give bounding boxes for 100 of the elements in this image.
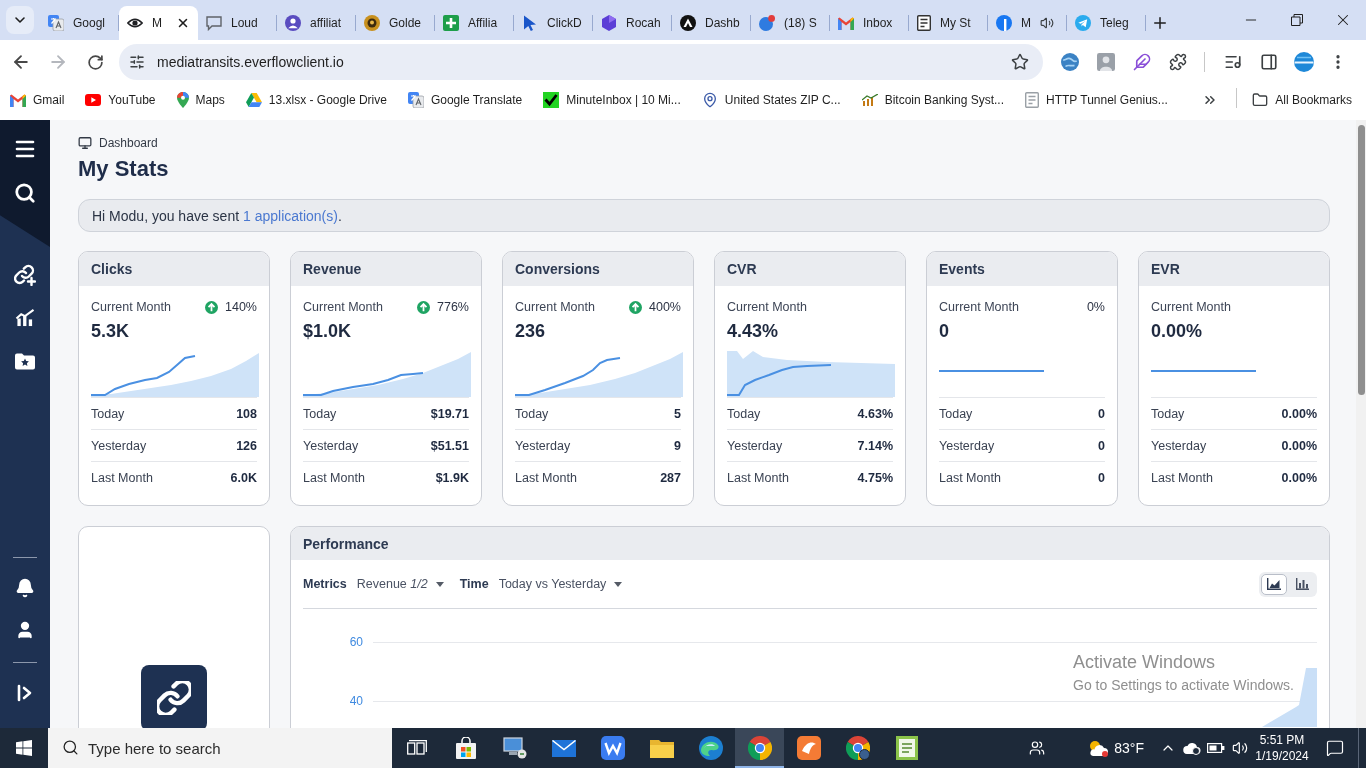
- link-add-icon[interactable]: [14, 264, 36, 286]
- row-value: 0.00%: [1281, 470, 1317, 485]
- bookmark[interactable]: MinuteInbox | 10 Mi...: [535, 88, 689, 112]
- store-bag-icon[interactable]: [454, 737, 477, 759]
- browser-tab[interactable]: Googl: [40, 6, 119, 40]
- globe-icon[interactable]: [1061, 53, 1079, 71]
- browser-tab[interactable]: Inbox: [830, 6, 909, 40]
- bookmark[interactable]: Google Translate: [399, 88, 531, 112]
- row-value: 287: [660, 470, 681, 485]
- notepad-icon[interactable]: [895, 736, 918, 760]
- browser-tab[interactable]: Loud: [198, 6, 277, 40]
- app-tile-icon[interactable]: [796, 736, 821, 760]
- view-toggle[interactable]: [1261, 573, 1287, 595]
- media-controls-icon[interactable]: [1224, 53, 1242, 71]
- bookmark[interactable]: Bitcoin Banking Syst...: [853, 88, 1012, 112]
- side-panel-icon[interactable]: [1260, 53, 1278, 71]
- bookmark[interactable]: 13.xlsx - Google Drive: [237, 88, 395, 112]
- site-info-icon[interactable]: [129, 54, 145, 70]
- scrollbar-thumb[interactable]: [1357, 125, 1365, 395]
- bookmark[interactable]: Maps: [168, 88, 233, 112]
- chart-icon[interactable]: [15, 309, 35, 327]
- bookmark[interactable]: United States ZIP C...: [693, 88, 849, 112]
- metric-dropdown[interactable]: Revenue 1/2: [356, 577, 444, 591]
- folder-icon: [1252, 92, 1269, 108]
- activation-message: Go to Settings to activate Windows.: [1073, 676, 1294, 695]
- browser-tab[interactable]: Golde: [356, 6, 435, 40]
- browser-tab[interactable]: Dashb: [672, 6, 751, 40]
- profile-avatar-icon[interactable]: [1294, 52, 1314, 72]
- expand-icon[interactable]: [16, 684, 34, 702]
- browser-tab[interactable]: Rocah: [593, 6, 672, 40]
- bell-icon[interactable]: [15, 578, 35, 598]
- breadcrumb-link[interactable]: Dashboard: [99, 136, 158, 150]
- restore-icon[interactable]: [1291, 14, 1303, 26]
- taskbar-search-field[interactable]: Type here to search: [48, 728, 392, 768]
- weather-icon: [1087, 739, 1110, 757]
- new-tab-icon[interactable]: [1151, 14, 1169, 32]
- back-icon[interactable]: [11, 52, 31, 72]
- row-label: Yesterday: [727, 438, 783, 453]
- wave-circle-icon[interactable]: [698, 736, 723, 760]
- row-label: Today: [939, 406, 973, 421]
- segmented-circle-icon[interactable]: [747, 736, 772, 760]
- bookmark[interactable]: HTTP Tunnel Genius...: [1017, 88, 1176, 112]
- row-label: Yesterday: [515, 438, 571, 453]
- row-label: Last Month: [303, 470, 365, 485]
- row-label: Last Month: [1151, 470, 1213, 485]
- activation-title: Activate Windows: [1073, 651, 1217, 673]
- play-button-icon: [85, 94, 102, 106]
- volume-icon[interactable]: [1232, 740, 1248, 756]
- task-view-icon[interactable]: [406, 740, 427, 756]
- card-title: Revenue: [291, 252, 481, 286]
- mail-icon[interactable]: [551, 739, 576, 757]
- link-button[interactable]: [141, 665, 207, 728]
- bookmark[interactable]: Gmail: [2, 88, 73, 112]
- browser-tab[interactable]: affiliat: [277, 6, 356, 40]
- cloud-icon[interactable]: [1183, 741, 1201, 755]
- address-field[interactable]: mediatransits.everflowclient.io: [119, 44, 1043, 80]
- start-icon[interactable]: [16, 740, 32, 756]
- segmented-circle-icon[interactable]: [845, 736, 870, 760]
- user-icon[interactable]: [15, 620, 35, 640]
- row-label: Yesterday: [1151, 438, 1207, 453]
- triangle-logo-icon: [680, 15, 696, 31]
- round-emblem-icon: [364, 15, 380, 31]
- speaker-icon[interactable]: [1040, 16, 1054, 30]
- search-icon[interactable]: [14, 182, 36, 204]
- weather-widget[interactable]: 83°F: [1081, 728, 1150, 768]
- taskbar-clock[interactable]: 5:51 PM 1/19/2024: [1252, 728, 1312, 768]
- welcome-message: Hi Modu, you have sent 1 application(s).: [92, 207, 342, 224]
- row-value: 0.00%: [1281, 438, 1317, 453]
- tab-search-button[interactable]: [6, 6, 34, 34]
- card-title: Events: [927, 252, 1117, 286]
- row-label: Yesterday: [939, 438, 995, 453]
- app-tile-icon[interactable]: [600, 736, 625, 760]
- notification-icon[interactable]: [1326, 739, 1344, 757]
- time-dropdown[interactable]: Today vs Yesterday: [498, 577, 623, 591]
- bookmark-folder[interactable]: All Bookmarks: [1244, 88, 1360, 112]
- feather-icon[interactable]: [1133, 53, 1151, 71]
- folder-star-icon[interactable]: [15, 352, 35, 370]
- close-icon[interactable]: [176, 16, 190, 30]
- computer-icon[interactable]: [502, 737, 527, 759]
- cursor-icon: [522, 15, 538, 31]
- bookmark-star-icon[interactable]: [1011, 53, 1029, 71]
- browser-tab[interactable]: M: [119, 6, 198, 40]
- battery-icon[interactable]: [1207, 742, 1225, 754]
- browser-tab[interactable]: My St: [909, 6, 988, 40]
- applications-link[interactable]: 1 application(s): [243, 207, 338, 224]
- round-logo-icon: [996, 15, 1012, 31]
- user-tile-icon[interactable]: [1097, 53, 1115, 71]
- folder-icon[interactable]: [649, 738, 674, 758]
- browser-tab[interactable]: (18) S: [751, 6, 830, 40]
- extensions-icon[interactable]: [1169, 53, 1187, 71]
- bookmark[interactable]: YouTube: [77, 88, 164, 112]
- scrollbar[interactable]: [1356, 120, 1366, 728]
- browser-tab[interactable]: ClickD: [514, 6, 593, 40]
- reload-icon[interactable]: [86, 53, 104, 71]
- monitor-icon: [78, 136, 92, 150]
- browser-tab[interactable]: Affilia: [435, 6, 514, 40]
- browser-tab[interactable]: M: [988, 6, 1067, 40]
- change-percent: 776%: [437, 300, 469, 314]
- people-icon[interactable]: [1029, 740, 1046, 756]
- browser-tab[interactable]: Teleg: [1067, 6, 1146, 40]
